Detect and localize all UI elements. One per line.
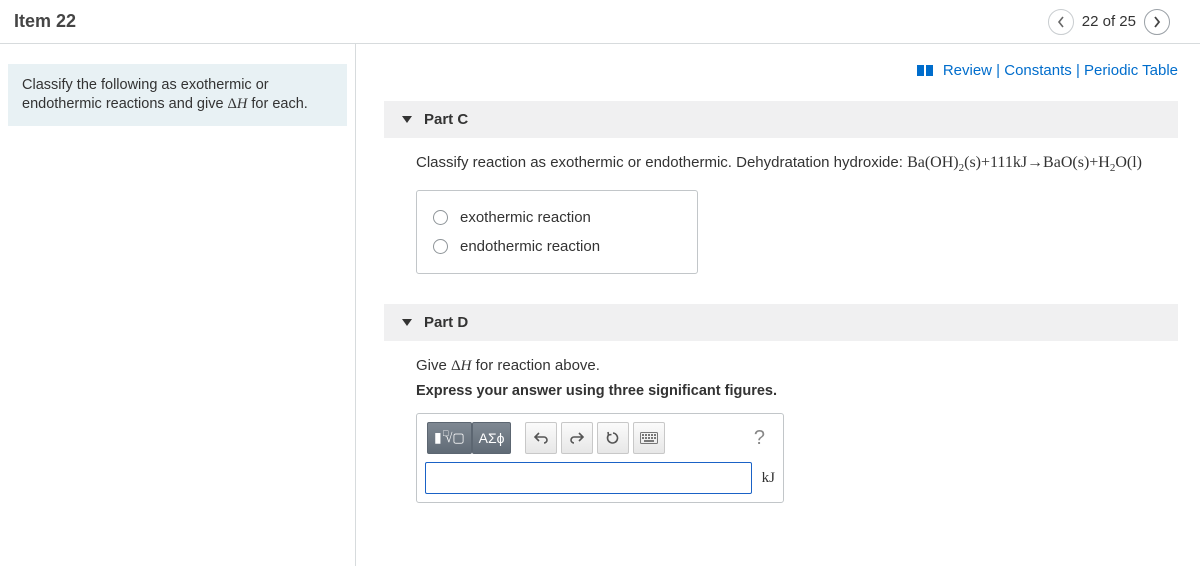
part-c-header[interactable]: Part C [384, 101, 1178, 138]
part-c-prompt: Classify reaction as exothermic or endot… [416, 154, 1178, 174]
item-nav: 22 of 25 [1048, 9, 1170, 35]
greek-button[interactable]: ΑΣϕ [472, 422, 512, 454]
top-bar: Item 22 22 of 25 [0, 0, 1200, 44]
radio-icon [433, 239, 448, 254]
part-d-title: Part D [424, 314, 468, 331]
left-panel: Classify the following as exothermic or … [0, 44, 356, 566]
delta-h-symbol: ΔH [228, 96, 248, 112]
undo-button[interactable] [525, 422, 557, 454]
delta-h-symbol: ΔH [451, 358, 472, 374]
part-c-block: Part C Classify reaction as exothermic o… [384, 101, 1178, 274]
unit-label: kJ [762, 470, 775, 487]
part-d-prompt: Give ΔH for reaction above. [416, 357, 1178, 375]
keyboard-button[interactable] [633, 422, 665, 454]
prev-item-button[interactable] [1048, 9, 1074, 35]
part-c-body: Classify reaction as exothermic or endot… [384, 138, 1178, 274]
part-c-prompt-text: Classify reaction as exothermic or endot… [416, 154, 907, 171]
part-d-block: Part D Give ΔH for reaction above. Expre… [384, 304, 1178, 503]
answer-input-row: kJ [425, 462, 775, 494]
template-button[interactable]: ▮□ √▢ [427, 422, 472, 454]
resource-links: Review | Constants | Periodic Table [384, 62, 1178, 79]
main: Classify the following as exothermic or … [0, 44, 1200, 566]
reset-button[interactable] [597, 422, 629, 454]
option-endothermic[interactable]: endothermic reaction [431, 232, 683, 261]
equation-toolbar: ▮□ √▢ ΑΣϕ [425, 422, 775, 462]
option-endothermic-label: endothermic reaction [460, 238, 600, 255]
option-exothermic-label: exothermic reaction [460, 209, 591, 226]
part-d-prompt-a: Give [416, 357, 451, 374]
next-item-button[interactable] [1144, 9, 1170, 35]
item-title: Item 22 [0, 11, 76, 32]
part-d-header[interactable]: Part D [384, 304, 1178, 341]
instruction-box: Classify the following as exothermic or … [8, 64, 347, 126]
caret-down-icon [402, 319, 412, 326]
bookmark-icon[interactable] [917, 65, 935, 77]
item-position: 22 of 25 [1082, 13, 1136, 30]
periodic-table-link[interactable]: Periodic Table [1084, 62, 1178, 79]
part-d-body: Give ΔH for reaction above. Express your… [384, 341, 1178, 503]
instruction-text-b: for each. [247, 96, 307, 112]
part-d-prompt-b: for reaction above. [472, 357, 600, 374]
option-exothermic[interactable]: exothermic reaction [431, 203, 683, 232]
review-link[interactable]: Review [943, 62, 992, 79]
chem-equation: Ba(OH)2(s)+111kJ→BaO(s)+H2O(l) [907, 154, 1142, 171]
radio-group: exothermic reaction endothermic reaction [416, 190, 698, 274]
answer-input[interactable] [425, 462, 752, 494]
radio-icon [433, 210, 448, 225]
answer-frame: ▮□ √▢ ΑΣϕ [416, 413, 784, 503]
caret-down-icon [402, 116, 412, 123]
constants-link[interactable]: Constants [1004, 62, 1072, 79]
part-d-instruction: Express your answer using three signific… [416, 383, 1178, 399]
redo-button[interactable] [561, 422, 593, 454]
right-panel: Review | Constants | Periodic Table Part… [356, 44, 1200, 566]
part-c-title: Part C [424, 111, 468, 128]
help-button[interactable]: ? [746, 423, 773, 454]
